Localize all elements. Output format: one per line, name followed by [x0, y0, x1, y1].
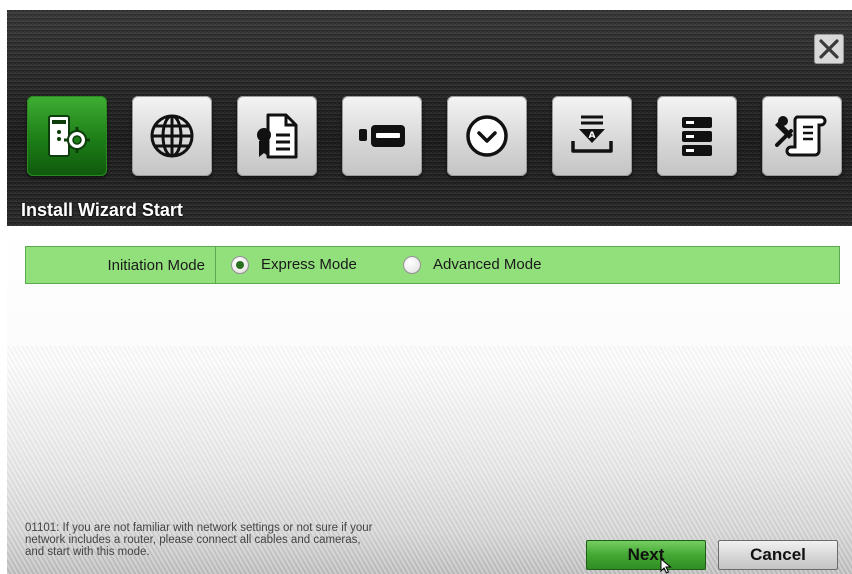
- wizard-title: Install Wizard Start: [21, 200, 183, 220]
- toolbar-download[interactable]: A: [552, 96, 632, 176]
- toolbar-storage[interactable]: [342, 96, 422, 176]
- toolbar-certificate[interactable]: [237, 96, 317, 176]
- hint-line-1: 01101: If you are not familiar with netw…: [25, 522, 373, 534]
- express-mode-radio[interactable]: [231, 256, 249, 274]
- network-globe-icon: [150, 114, 194, 158]
- hint-text: 01101: If you are not familiar with netw…: [25, 522, 465, 558]
- mouse-cursor-icon: [660, 558, 672, 574]
- storage-drive-icon: [359, 125, 405, 147]
- system-settings-icon: [48, 115, 90, 157]
- radio-selected-dot: [236, 261, 244, 269]
- toolbar-time[interactable]: [447, 96, 527, 176]
- toolbar-tools[interactable]: [762, 96, 842, 176]
- tools-scroll-icon: [775, 115, 827, 157]
- wizard-header: A Install Wizard Start: [7, 10, 852, 226]
- toolbar-system-settings[interactable]: [27, 96, 107, 176]
- cancel-button[interactable]: Cancel: [718, 540, 838, 570]
- install-wizard-window: A Install Wizard Start Initiation Mode E…: [7, 10, 852, 574]
- clock-icon: [466, 115, 508, 157]
- next-button[interactable]: Next: [586, 540, 706, 570]
- initiation-mode-label: Initiation Mode: [26, 247, 216, 283]
- top-caption-fragment: [0, 0, 852, 10]
- express-mode-label[interactable]: Express Mode: [261, 256, 357, 273]
- wizard-content: Initiation Mode Express Mode Advanced Mo…: [7, 226, 852, 574]
- hint-line-2: network includes a router, please connec…: [25, 534, 361, 546]
- server-stack-icon: [682, 117, 712, 156]
- initiation-mode-row: Initiation Mode Express Mode Advanced Mo…: [25, 246, 840, 284]
- download-tray-icon: A: [571, 115, 613, 153]
- toolbar-server[interactable]: [657, 96, 737, 176]
- close-button[interactable]: [814, 34, 844, 64]
- advanced-mode-label[interactable]: Advanced Mode: [433, 256, 541, 273]
- certificate-document-icon: [257, 113, 298, 159]
- toolbar-network[interactable]: [132, 96, 212, 176]
- close-icon: [819, 39, 839, 59]
- hint-line-3: and start with this mode.: [25, 546, 150, 558]
- advanced-mode-radio[interactable]: [403, 256, 421, 274]
- svg-text:A: A: [589, 131, 596, 141]
